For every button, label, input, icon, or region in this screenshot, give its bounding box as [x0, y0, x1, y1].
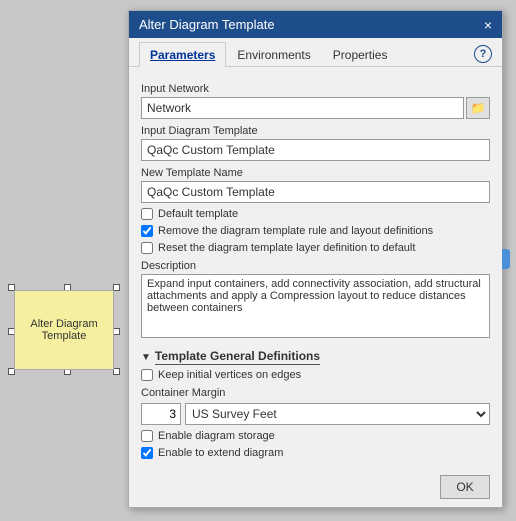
default-template-text: Default template — [158, 208, 238, 220]
help-button[interactable]: ? — [474, 45, 492, 63]
keep-vertices-text: Keep initial vertices on edges — [158, 369, 301, 381]
dialog-body: Input Network 📁 Input Diagram Template N… — [129, 67, 502, 469]
input-network-folder-button[interactable]: 📁 — [466, 97, 490, 119]
enable-extend-text: Enable to extend diagram — [158, 447, 283, 459]
keep-vertices-row: Keep initial vertices on edges — [141, 369, 490, 381]
enable-storage-text: Enable diagram storage — [158, 430, 275, 442]
enable-extend-row: Enable to extend diagram — [141, 447, 490, 459]
description-field[interactable]: Expand input containers, add connectivit… — [141, 274, 490, 338]
corner-handle-br[interactable] — [113, 368, 120, 375]
template-general-definitions-section[interactable]: ▼ Template General Definitions — [141, 349, 490, 365]
tab-environments[interactable]: Environments — [226, 42, 321, 67]
reset-layer-text: Reset the diagram template layer definit… — [158, 242, 415, 254]
input-network-label: Input Network — [141, 83, 490, 95]
container-margin-row: US Survey Feet — [141, 403, 490, 425]
dialog-resize-handle-right[interactable] — [502, 249, 510, 269]
close-button[interactable]: × — [484, 18, 492, 32]
dialog-titlebar: Alter Diagram Template × — [129, 11, 502, 38]
container-margin-label: Container Margin — [141, 387, 490, 399]
input-network-row: 📁 — [141, 97, 490, 119]
dialog-footer: OK — [129, 469, 502, 507]
alter-diagram-template-dialog: Alter Diagram Template × Parameters Envi… — [128, 10, 503, 508]
container-margin-unit-select[interactable]: US Survey Feet — [185, 403, 490, 425]
dialog-tabs: Parameters Environments Properties ? — [129, 38, 502, 67]
new-template-name-label: New Template Name — [141, 167, 490, 179]
enable-extend-checkbox[interactable] — [141, 447, 153, 459]
default-template-row: Default template — [141, 208, 490, 220]
remove-rule-row: Remove the diagram template rule and lay… — [141, 225, 490, 237]
new-template-name-field[interactable] — [141, 181, 490, 203]
remove-rule-text: Remove the diagram template rule and lay… — [158, 225, 433, 237]
ok-button[interactable]: OK — [440, 475, 490, 499]
corner-handle-tr[interactable] — [113, 284, 120, 291]
container-margin-input[interactable] — [141, 403, 181, 425]
enable-storage-checkbox[interactable] — [141, 430, 153, 442]
tab-parameters[interactable]: Parameters — [139, 42, 226, 67]
dialog-title: Alter Diagram Template — [139, 17, 275, 32]
alter-diagram-template-node[interactable]: Alter Diagram Template — [14, 290, 114, 370]
keep-vertices-checkbox[interactable] — [141, 369, 153, 381]
node-label: Alter Diagram Template — [30, 318, 97, 342]
default-template-checkbox[interactable] — [141, 208, 153, 220]
input-diagram-template-label: Input Diagram Template — [141, 125, 490, 137]
section-collapse-icon: ▼ — [141, 352, 151, 363]
section-title: Template General Definitions — [155, 349, 320, 365]
input-network-field[interactable] — [141, 97, 464, 119]
reset-layer-checkbox[interactable] — [141, 242, 153, 254]
enable-storage-row: Enable diagram storage — [141, 430, 490, 442]
reset-layer-row: Reset the diagram template layer definit… — [141, 242, 490, 254]
corner-handle-mr[interactable] — [113, 328, 120, 335]
tab-properties[interactable]: Properties — [322, 42, 399, 67]
remove-rule-checkbox[interactable] — [141, 225, 153, 237]
input-diagram-template-field[interactable] — [141, 139, 490, 161]
description-label: Description — [141, 260, 490, 272]
